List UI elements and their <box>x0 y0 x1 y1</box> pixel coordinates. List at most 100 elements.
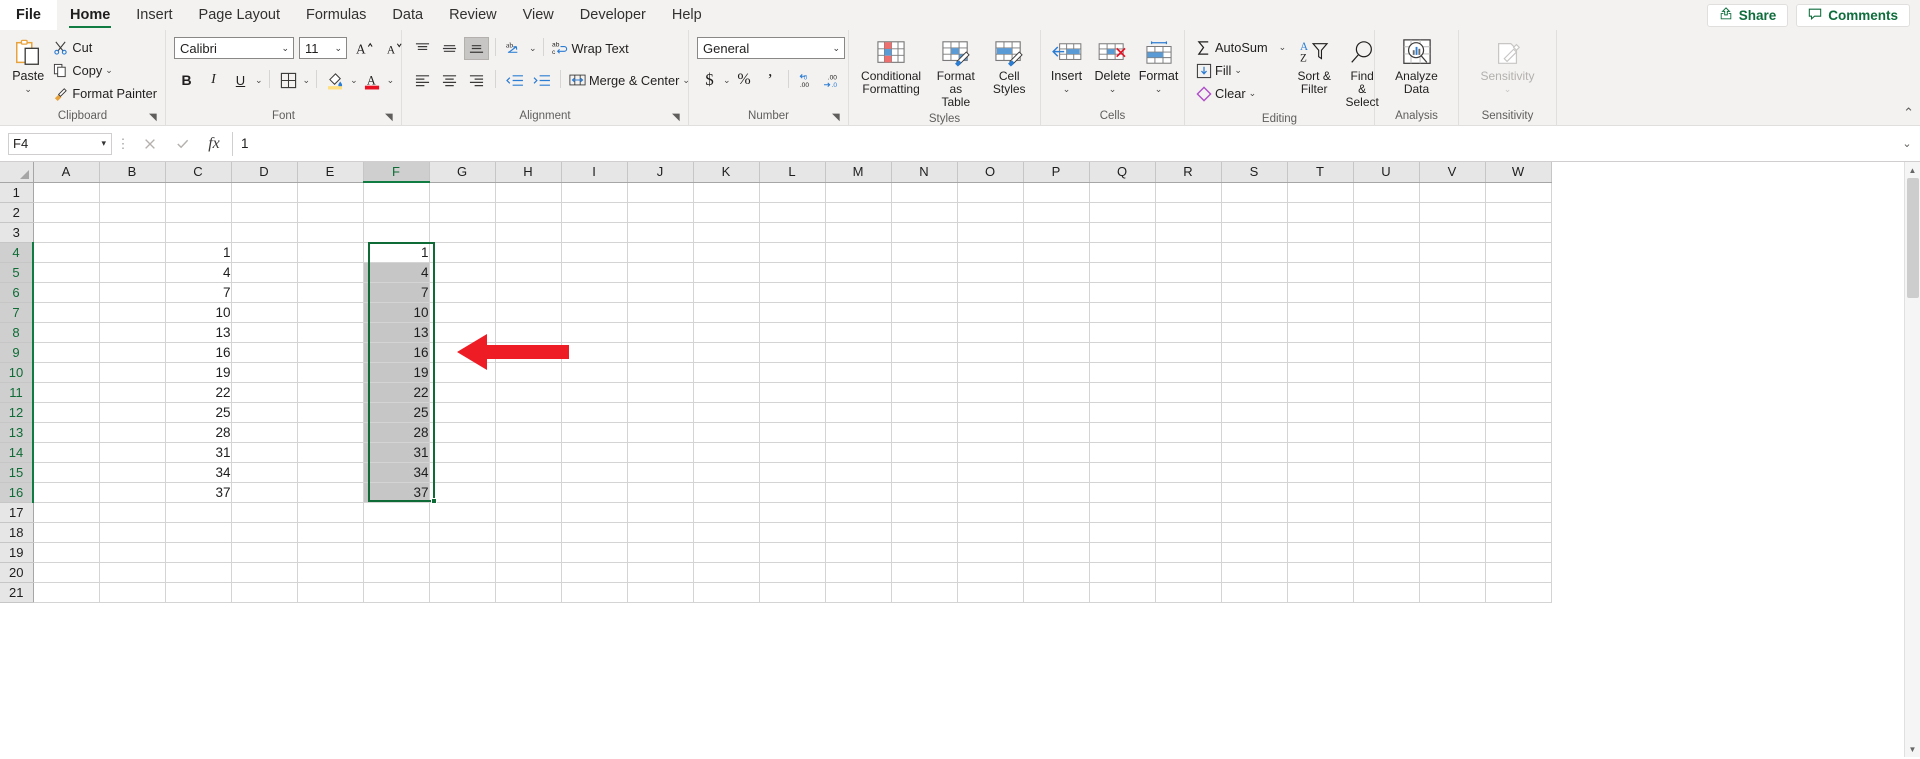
cell-s18[interactable] <box>1221 522 1287 542</box>
cell-m10[interactable] <box>825 362 891 382</box>
cell-o12[interactable] <box>957 402 1023 422</box>
cell-j17[interactable] <box>627 502 693 522</box>
cell-d21[interactable] <box>231 582 297 602</box>
column-header-v[interactable]: V <box>1419 162 1485 182</box>
chevron-down-icon[interactable]: ⌄ <box>1063 83 1071 96</box>
cell-w8[interactable] <box>1485 322 1551 342</box>
align-left-button[interactable] <box>410 69 435 92</box>
cell-l18[interactable] <box>759 522 825 542</box>
cell-c19[interactable] <box>165 542 231 562</box>
expand-formula-bar-button[interactable]: ⌄ <box>1896 137 1918 150</box>
row-header-19[interactable]: 19 <box>0 542 33 562</box>
cell-b16[interactable] <box>99 482 165 502</box>
cell-w9[interactable] <box>1485 342 1551 362</box>
active-cell-f4[interactable]: 1 <box>363 242 429 262</box>
cell-n3[interactable] <box>891 222 957 242</box>
cell-c12[interactable]: 25 <box>165 402 231 422</box>
cell-h16[interactable] <box>495 482 561 502</box>
cell-g8[interactable] <box>429 322 495 342</box>
cell-t9[interactable] <box>1287 342 1353 362</box>
cell-g18[interactable] <box>429 522 495 542</box>
cell-i9[interactable] <box>561 342 627 362</box>
insert-cells-button[interactable]: Insert ⌄ <box>1045 35 1089 98</box>
cell-g5[interactable] <box>429 262 495 282</box>
increase-decimal-button[interactable]: 0.00 <box>794 69 819 92</box>
row-header-13[interactable]: 13 <box>0 422 33 442</box>
spreadsheet-grid[interactable]: ABCDEFGHIJKLMNOPQRSTUVW12341154467771010… <box>0 162 1920 757</box>
chevron-down-icon[interactable]: ⌄ <box>1155 83 1163 96</box>
cell-m1[interactable] <box>825 182 891 202</box>
cell-o2[interactable] <box>957 202 1023 222</box>
analyze-data-button[interactable]: Analyze Data <box>1386 35 1448 98</box>
cell-p18[interactable] <box>1023 522 1089 542</box>
cell-u11[interactable] <box>1353 382 1419 402</box>
cell-a18[interactable] <box>33 522 99 542</box>
cell-g12[interactable] <box>429 402 495 422</box>
column-header-c[interactable]: C <box>165 162 231 182</box>
cell-o9[interactable] <box>957 342 1023 362</box>
cell-a10[interactable] <box>33 362 99 382</box>
cell-a2[interactable] <box>33 202 99 222</box>
cell-f5[interactable]: 4 <box>363 262 429 282</box>
chevron-down-icon[interactable]: ⌄ <box>303 75 311 86</box>
cell-h21[interactable] <box>495 582 561 602</box>
formula-input[interactable]: 1 <box>232 132 1896 156</box>
chevron-down-icon[interactable]: ⌄ <box>723 75 731 86</box>
cell-l14[interactable] <box>759 442 825 462</box>
cell-l11[interactable] <box>759 382 825 402</box>
cell-p21[interactable] <box>1023 582 1089 602</box>
cell-v11[interactable] <box>1419 382 1485 402</box>
cell-q9[interactable] <box>1089 342 1155 362</box>
cell-c16[interactable]: 37 <box>165 482 231 502</box>
grow-font-button[interactable]: A <box>352 37 377 60</box>
cell-q3[interactable] <box>1089 222 1155 242</box>
tab-insert[interactable]: Insert <box>123 0 185 30</box>
vertical-scrollbar[interactable]: ▲ ▼ <box>1904 162 1920 757</box>
cell-k18[interactable] <box>693 522 759 542</box>
cell-k20[interactable] <box>693 562 759 582</box>
cell-a20[interactable] <box>33 562 99 582</box>
cell-g4[interactable] <box>429 242 495 262</box>
cell-q7[interactable] <box>1089 302 1155 322</box>
cell-a19[interactable] <box>33 542 99 562</box>
row-header-4[interactable]: 4 <box>0 242 33 262</box>
cell-p4[interactable] <box>1023 242 1089 262</box>
cell-b13[interactable] <box>99 422 165 442</box>
cell-u2[interactable] <box>1353 202 1419 222</box>
autosum-button[interactable]: AutoSum ⌄ <box>1193 36 1288 59</box>
cell-i13[interactable] <box>561 422 627 442</box>
cell-j2[interactable] <box>627 202 693 222</box>
cell-r18[interactable] <box>1155 522 1221 542</box>
row-header-20[interactable]: 20 <box>0 562 33 582</box>
cell-w18[interactable] <box>1485 522 1551 542</box>
row-header-11[interactable]: 11 <box>0 382 33 402</box>
cell-k1[interactable] <box>693 182 759 202</box>
cell-u9[interactable] <box>1353 342 1419 362</box>
cell-c4[interactable]: 1 <box>165 242 231 262</box>
cell-e13[interactable] <box>297 422 363 442</box>
cell-m5[interactable] <box>825 262 891 282</box>
cell-j13[interactable] <box>627 422 693 442</box>
cell-s14[interactable] <box>1221 442 1287 462</box>
align-center-button[interactable] <box>437 69 462 92</box>
cell-i2[interactable] <box>561 202 627 222</box>
cell-j3[interactable] <box>627 222 693 242</box>
cell-i10[interactable] <box>561 362 627 382</box>
cell-q15[interactable] <box>1089 462 1155 482</box>
chevron-down-icon[interactable]: ⌄ <box>334 43 342 54</box>
cell-r16[interactable] <box>1155 482 1221 502</box>
cell-s9[interactable] <box>1221 342 1287 362</box>
cell-i15[interactable] <box>561 462 627 482</box>
cell-t18[interactable] <box>1287 522 1353 542</box>
cell-s8[interactable] <box>1221 322 1287 342</box>
cell-a12[interactable] <box>33 402 99 422</box>
cell-s1[interactable] <box>1221 182 1287 202</box>
cell-h3[interactable] <box>495 222 561 242</box>
cell-u15[interactable] <box>1353 462 1419 482</box>
cell-l2[interactable] <box>759 202 825 222</box>
cell-d7[interactable] <box>231 302 297 322</box>
format-painter-button[interactable]: Format Painter <box>50 82 159 105</box>
cell-q6[interactable] <box>1089 282 1155 302</box>
cell-v18[interactable] <box>1419 522 1485 542</box>
column-header-a[interactable]: A <box>33 162 99 182</box>
